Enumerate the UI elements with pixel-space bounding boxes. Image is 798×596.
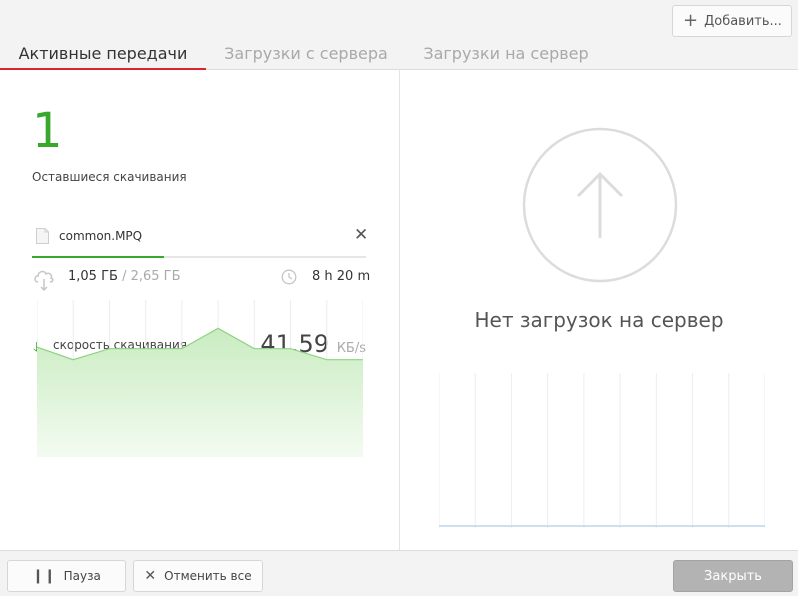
close-button[interactable]: Закрыть [673, 560, 793, 592]
cancel-all-label: Отменить все [164, 569, 252, 583]
close-icon: ✕ [144, 568, 157, 584]
top-bar: + Добавить... Активные передачи Загрузки… [0, 0, 798, 70]
cloud-download-icon [34, 270, 54, 292]
plus-icon: + [683, 10, 699, 31]
download-progress-bar [32, 256, 366, 258]
speed-graph [37, 300, 363, 457]
downloaded-size: 1,05 ГБ [68, 269, 118, 284]
pause-label: Пауза [63, 569, 101, 583]
file-icon [36, 228, 49, 244]
tab-server-downloads[interactable]: Загрузки с сервера [206, 44, 406, 70]
file-name: common.MPQ [59, 229, 143, 243]
clock-icon [281, 269, 297, 285]
remaining-count: 1 [32, 103, 63, 159]
bottom-bar: ❙❙ Пауза ✕ Отменить все Закрыть [0, 550, 798, 596]
cancel-download-icon[interactable]: ✕ [354, 226, 368, 244]
tab-server-uploads[interactable]: Загрузки на сервер [406, 44, 606, 70]
add-button-label: Добавить... [704, 13, 782, 29]
download-size: 1,05 ГБ / 2,65 ГБ [68, 269, 181, 284]
no-uploads-message: Нет загрузок на сервер [474, 308, 724, 332]
cancel-all-button[interactable]: ✕ Отменить все [133, 560, 263, 592]
download-progress-fill [32, 256, 165, 258]
remaining-label: Оставшиеся скачивания [32, 170, 187, 184]
tab-active-transfers[interactable]: Активные передачи [0, 44, 206, 70]
pause-button[interactable]: ❙❙ Пауза [7, 560, 126, 592]
upload-speed-graph [439, 373, 765, 528]
eta: 8 h 20 m [312, 269, 371, 284]
total-size: / 2,65 ГБ [122, 269, 181, 284]
speed-area [37, 328, 363, 457]
pause-icon: ❙❙ [32, 568, 56, 584]
arrow-up-circle-icon [522, 127, 678, 283]
add-button[interactable]: + Добавить... [672, 5, 792, 37]
